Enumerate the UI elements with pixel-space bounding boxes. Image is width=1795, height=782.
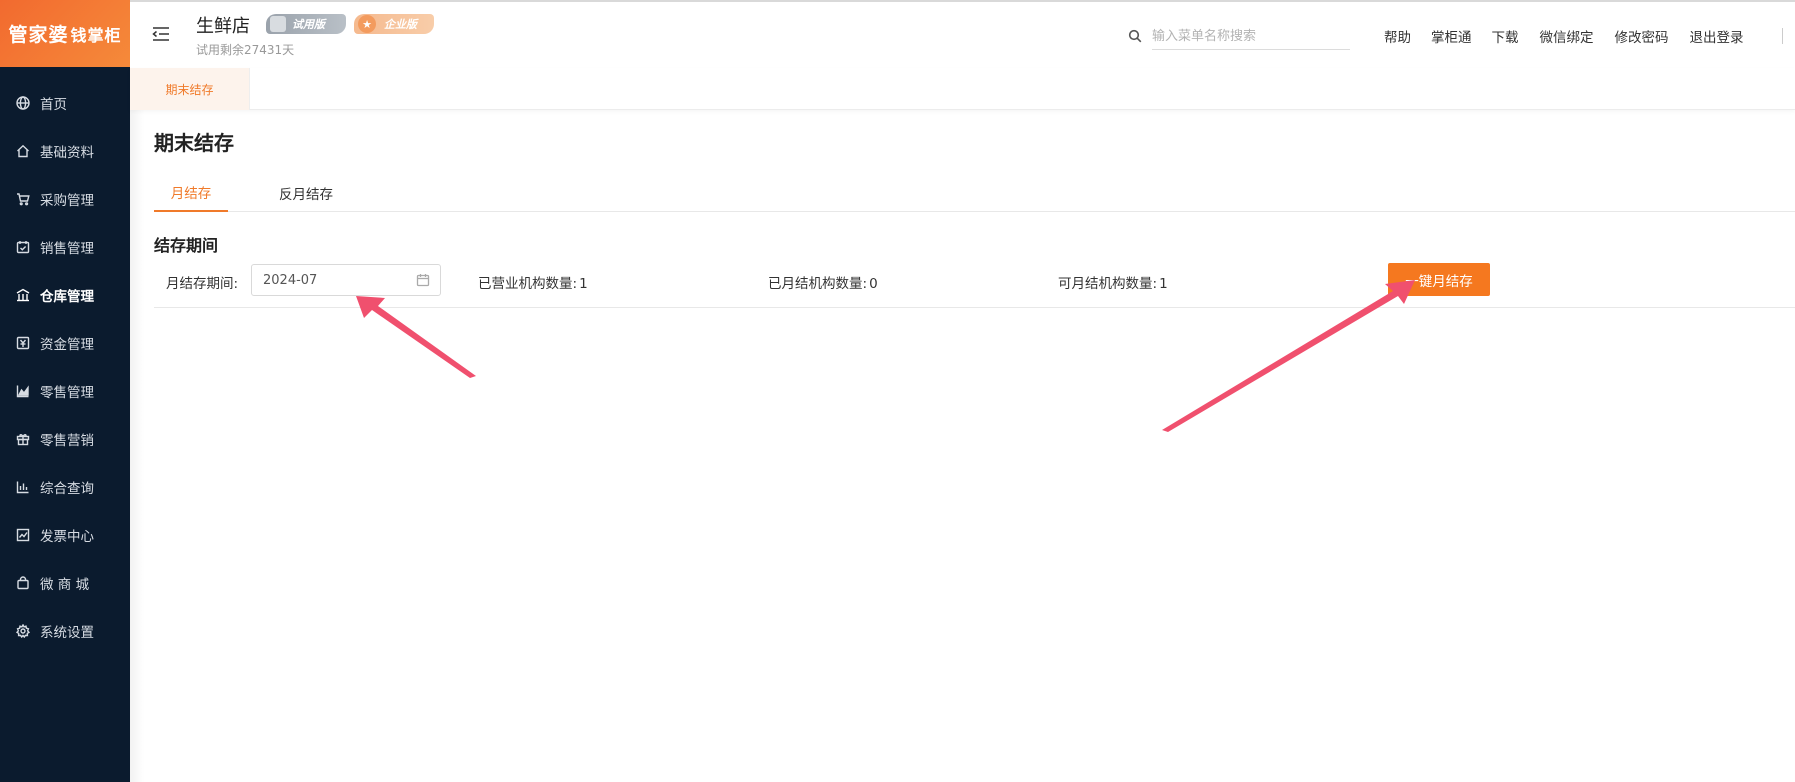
warehouse-icon bbox=[16, 288, 30, 302]
sidebar-item-label: 资金管理 bbox=[40, 337, 94, 353]
stat-value: 1 bbox=[1159, 276, 1168, 292]
sidebar-item-label: 基础资料 bbox=[40, 145, 94, 161]
monitor-icon bbox=[270, 16, 286, 32]
menu-fold-icon[interactable] bbox=[152, 26, 170, 42]
logout-link[interactable]: 退出登录 bbox=[1690, 26, 1744, 46]
enterprise-edition-badge: ★ 企业版 bbox=[354, 14, 434, 34]
sidebar-item-label: 系统设置 bbox=[40, 625, 94, 641]
sidebar-item-label: 发票中心 bbox=[40, 529, 94, 545]
top-links: 帮助 掌柜通 下载 微信绑定 修改密码 退出登录 bbox=[1384, 26, 1744, 46]
sidebar-item-sales[interactable]: 销售管理 bbox=[0, 223, 130, 271]
one-click-monthly-close-button[interactable]: 一键月结存 bbox=[1388, 263, 1490, 296]
gear-icon bbox=[16, 624, 30, 638]
sidebar-item-purchase[interactable]: 采购管理 bbox=[0, 175, 130, 223]
home-icon bbox=[16, 144, 30, 158]
gift-icon bbox=[16, 432, 30, 446]
enterprise-edition-label: 企业版 bbox=[384, 18, 417, 31]
star-icon: ★ bbox=[358, 15, 376, 33]
stat-value: 0 bbox=[869, 276, 878, 292]
sidebar-item-basic-data[interactable]: 基础资料 bbox=[0, 127, 130, 175]
search-icon[interactable] bbox=[1128, 28, 1142, 43]
sidebar-item-retail[interactable]: 零售管理 bbox=[0, 367, 130, 415]
sidebar-item-funds[interactable]: 资金管理 bbox=[0, 319, 130, 367]
logo-sub-text: 钱掌柜 bbox=[70, 25, 122, 45]
cart-icon bbox=[16, 192, 30, 206]
trial-days-remaining: 试用剩余27431天 bbox=[196, 43, 295, 57]
page-title: 期末结存 bbox=[154, 131, 234, 155]
page-tab-strip: 期末结存 bbox=[130, 68, 1795, 110]
sidebar-item-label: 首页 bbox=[40, 97, 67, 113]
period-date-picker[interactable]: 2024-07 bbox=[251, 264, 441, 296]
help-link[interactable]: 帮助 bbox=[1384, 26, 1411, 46]
trial-edition-badge: 试用版 bbox=[266, 14, 346, 34]
sidebar-item-label: 采购管理 bbox=[40, 193, 94, 209]
sidebar-item-marketing[interactable]: 零售营销 bbox=[0, 415, 130, 463]
sidebar-item-query[interactable]: 综合查询 bbox=[0, 463, 130, 511]
top-header: 生鲜店 试用版 ★ 企业版 试用剩余27431天 帮助 掌柜通 下载 微信绑定 … bbox=[130, 0, 1795, 68]
sidebar-item-settings[interactable]: 系统设置 bbox=[0, 607, 130, 655]
money-icon bbox=[16, 336, 30, 350]
tab-period-end-stock[interactable]: 期末结存 bbox=[130, 68, 250, 110]
search-input[interactable] bbox=[1152, 24, 1350, 50]
stat-operating-orgs: 已营业机构数量: 1 bbox=[478, 272, 588, 292]
logo-main-text: 管家婆 bbox=[8, 24, 69, 46]
area-chart-icon bbox=[16, 384, 30, 398]
header-divider bbox=[1782, 28, 1783, 44]
period-value: 2024-07 bbox=[263, 272, 318, 288]
globe-icon bbox=[16, 96, 30, 110]
sub-tabs: 月结存 反月结存 bbox=[154, 174, 1795, 212]
stat-label: 已营业机构数量: bbox=[478, 276, 578, 292]
bag-icon bbox=[16, 576, 30, 590]
line-chart-icon bbox=[16, 528, 30, 542]
sidebar-item-label: 微 商 城 bbox=[40, 577, 90, 593]
stat-closed-orgs: 已月结机构数量: 0 bbox=[768, 272, 878, 292]
content-shadow bbox=[130, 110, 144, 782]
change-password-link[interactable]: 修改密码 bbox=[1615, 26, 1669, 46]
sidebar-item-label: 零售营销 bbox=[40, 433, 94, 449]
bar-chart-icon bbox=[16, 480, 30, 494]
sidebar-item-label: 仓库管理 bbox=[40, 289, 94, 305]
sidebar-item-home[interactable]: 首页 bbox=[0, 79, 130, 127]
calendar-icon bbox=[416, 273, 430, 287]
sidebar-item-label: 零售管理 bbox=[40, 385, 94, 401]
tab-reverse-monthly-close[interactable]: 反月结存 bbox=[266, 174, 346, 212]
sidebar-item-mall[interactable]: 微 商 城 bbox=[0, 559, 130, 607]
store-name: 生鲜店 bbox=[196, 16, 250, 37]
wechat-bind-link[interactable]: 微信绑定 bbox=[1540, 26, 1594, 46]
annotation-arrow-date bbox=[356, 296, 476, 378]
sidebar-item-invoice[interactable]: 发票中心 bbox=[0, 511, 130, 559]
sidebar-item-label: 销售管理 bbox=[40, 241, 94, 257]
period-label: 月结存期间: bbox=[166, 276, 239, 292]
period-row: 月结存期间: 2024-07 已营业机构数量: 1 已月结机构数量: 0 可月结机构… bbox=[154, 262, 1795, 308]
stat-value: 1 bbox=[579, 276, 588, 292]
trial-edition-label: 试用版 bbox=[292, 18, 325, 31]
menu-search bbox=[1128, 20, 1353, 52]
stat-label: 已月结机构数量: bbox=[768, 276, 868, 292]
sidebar-item-warehouse[interactable]: 仓库管理 bbox=[0, 271, 130, 319]
stat-closable-orgs: 可月结机构数量: 1 bbox=[1058, 272, 1168, 292]
tab-monthly-close[interactable]: 月结存 bbox=[154, 174, 228, 212]
sidebar-nav: 首页 基础资料 采购管理 销售管理 仓库管理 资金管理 零售管理 零售营销 综合… bbox=[0, 67, 130, 655]
brand-logo: 管家婆 钱掌柜 bbox=[0, 0, 130, 67]
download-link[interactable]: 下载 bbox=[1492, 26, 1519, 46]
sidebar: 管家婆 钱掌柜 首页 基础资料 采购管理 销售管理 仓库管理 资金管理 零售管理… bbox=[0, 0, 130, 782]
annotation-arrows bbox=[356, 280, 1415, 432]
stat-label: 可月结机构数量: bbox=[1058, 276, 1158, 292]
calendar-check-icon bbox=[16, 240, 30, 254]
sidebar-item-label: 综合查询 bbox=[40, 481, 94, 497]
zhangguitong-link[interactable]: 掌柜通 bbox=[1431, 26, 1472, 46]
section-title: 结存期间 bbox=[154, 236, 219, 255]
